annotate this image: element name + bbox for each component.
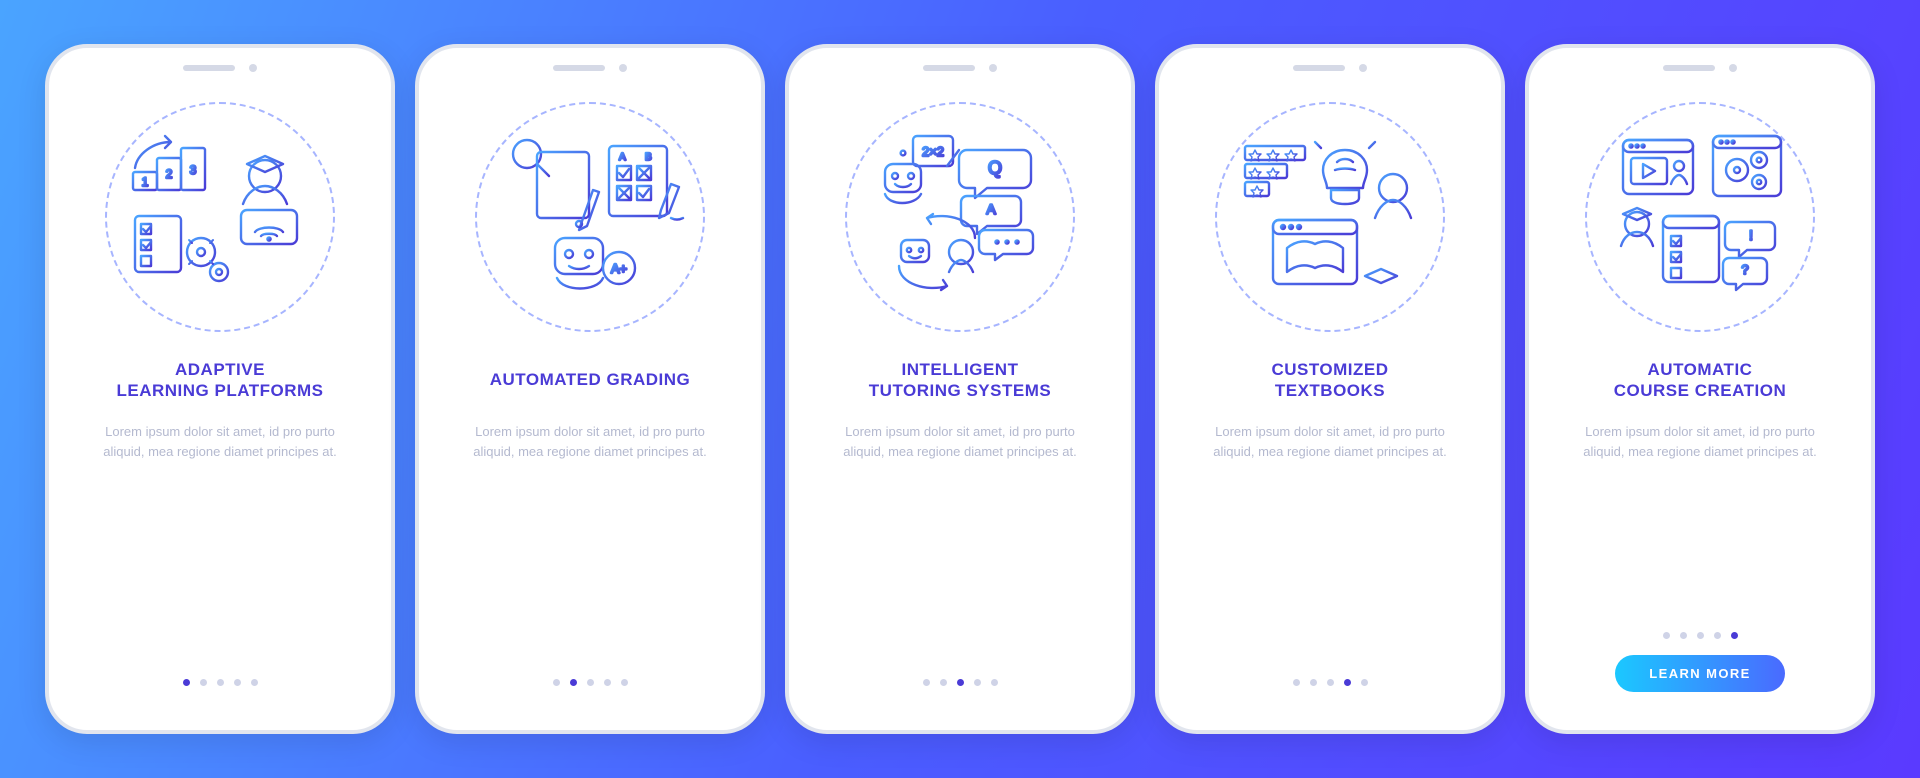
screen: CUSTOMIZED TEXTBOOKS Lorem ipsum dolor s… [1159, 48, 1501, 730]
slide-description: Lorem ipsum dolor sit amet, id pro purto… [73, 422, 367, 461]
dot-3[interactable] [1327, 679, 1334, 686]
svg-text:?: ? [1741, 262, 1748, 277]
svg-text:A: A [986, 201, 996, 217]
svg-text:Q: Q [988, 158, 1002, 178]
dot-5[interactable] [991, 679, 998, 686]
dot-3[interactable] [1697, 632, 1704, 639]
screen: 1 2 3 [49, 48, 391, 730]
svg-text:A: A [619, 152, 626, 163]
dot-2[interactable] [1310, 679, 1317, 686]
dot-2[interactable] [1680, 632, 1687, 639]
dot-4[interactable] [234, 679, 241, 686]
svg-text:B: B [645, 152, 652, 163]
phone-adaptive-learning: 1 2 3 [45, 44, 395, 734]
tutoring-systems-icon: 2×2 Q A [845, 102, 1075, 332]
customized-textbooks-icon [1215, 102, 1445, 332]
svg-text:3: 3 [190, 163, 197, 177]
slide-title: ADAPTIVE LEARNING PLATFORMS [112, 358, 327, 402]
front-camera [1359, 64, 1367, 72]
svg-text:A+: A+ [611, 261, 627, 276]
pagination-dots[interactable] [923, 679, 998, 686]
slide-title: AUTOMATED GRADING [486, 358, 695, 402]
pagination-dots[interactable] [553, 679, 628, 686]
pagination-dots[interactable] [1663, 632, 1738, 639]
slide-description: Lorem ipsum dolor sit amet, id pro purto… [1183, 422, 1477, 461]
dot-4[interactable] [1344, 679, 1351, 686]
dot-1[interactable] [553, 679, 560, 686]
dot-1[interactable] [923, 679, 930, 686]
phone-automated-grading: A B A+ [415, 44, 765, 734]
front-camera [619, 64, 627, 72]
dot-2[interactable] [940, 679, 947, 686]
speaker-slot [553, 65, 605, 71]
screen: A B A+ [419, 48, 761, 730]
front-camera [249, 64, 257, 72]
dot-5[interactable] [1731, 632, 1738, 639]
phone-course-creation: ! ? AUTOMATIC COURSE CREATION Lorem ipsu… [1525, 44, 1875, 734]
speaker-slot [923, 65, 975, 71]
slide-title: CUSTOMIZED TEXTBOOKS [1267, 358, 1392, 402]
phone-notch [1159, 64, 1501, 72]
dot-1[interactable] [1663, 632, 1670, 639]
pagination-dots[interactable] [183, 679, 258, 686]
svg-text:1: 1 [142, 175, 149, 189]
onboarding-stage: 1 2 3 [35, 44, 1885, 734]
speaker-slot [1663, 65, 1715, 71]
dot-2[interactable] [570, 679, 577, 686]
dot-5[interactable] [1361, 679, 1368, 686]
dot-3[interactable] [957, 679, 964, 686]
course-creation-icon: ! ? [1585, 102, 1815, 332]
phone-notch [49, 64, 391, 72]
slide-title: AUTOMATIC COURSE CREATION [1610, 358, 1790, 402]
adaptive-learning-icon: 1 2 3 [105, 102, 335, 332]
front-camera [1729, 64, 1737, 72]
front-camera [989, 64, 997, 72]
phone-notch [1529, 64, 1871, 72]
dot-4[interactable] [974, 679, 981, 686]
automated-grading-icon: A B A+ [475, 102, 705, 332]
slide-description: Lorem ipsum dolor sit amet, id pro purto… [443, 422, 737, 461]
dot-5[interactable] [621, 679, 628, 686]
slide-description: Lorem ipsum dolor sit amet, id pro purto… [1553, 422, 1847, 461]
speaker-slot [183, 65, 235, 71]
dot-2[interactable] [200, 679, 207, 686]
dot-1[interactable] [1293, 679, 1300, 686]
learn-more-button[interactable]: LEARN MORE [1615, 655, 1784, 692]
svg-text:2×2: 2×2 [922, 144, 944, 159]
screen: 2×2 Q A [789, 48, 1131, 730]
svg-text:!: ! [1749, 227, 1753, 243]
phone-customized-textbooks: CUSTOMIZED TEXTBOOKS Lorem ipsum dolor s… [1155, 44, 1505, 734]
dot-5[interactable] [251, 679, 258, 686]
phone-tutoring-systems: 2×2 Q A [785, 44, 1135, 734]
screen: ! ? AUTOMATIC COURSE CREATION Lorem ipsu… [1529, 48, 1871, 730]
phone-notch [419, 64, 761, 72]
dot-3[interactable] [587, 679, 594, 686]
phone-notch [789, 64, 1131, 72]
slide-description: Lorem ipsum dolor sit amet, id pro purto… [813, 422, 1107, 461]
dot-1[interactable] [183, 679, 190, 686]
dot-4[interactable] [604, 679, 611, 686]
pagination-dots[interactable] [1293, 679, 1368, 686]
dot-3[interactable] [217, 679, 224, 686]
svg-text:2: 2 [166, 167, 173, 181]
dot-4[interactable] [1714, 632, 1721, 639]
speaker-slot [1293, 65, 1345, 71]
slide-title: INTELLIGENT TUTORING SYSTEMS [865, 358, 1055, 402]
